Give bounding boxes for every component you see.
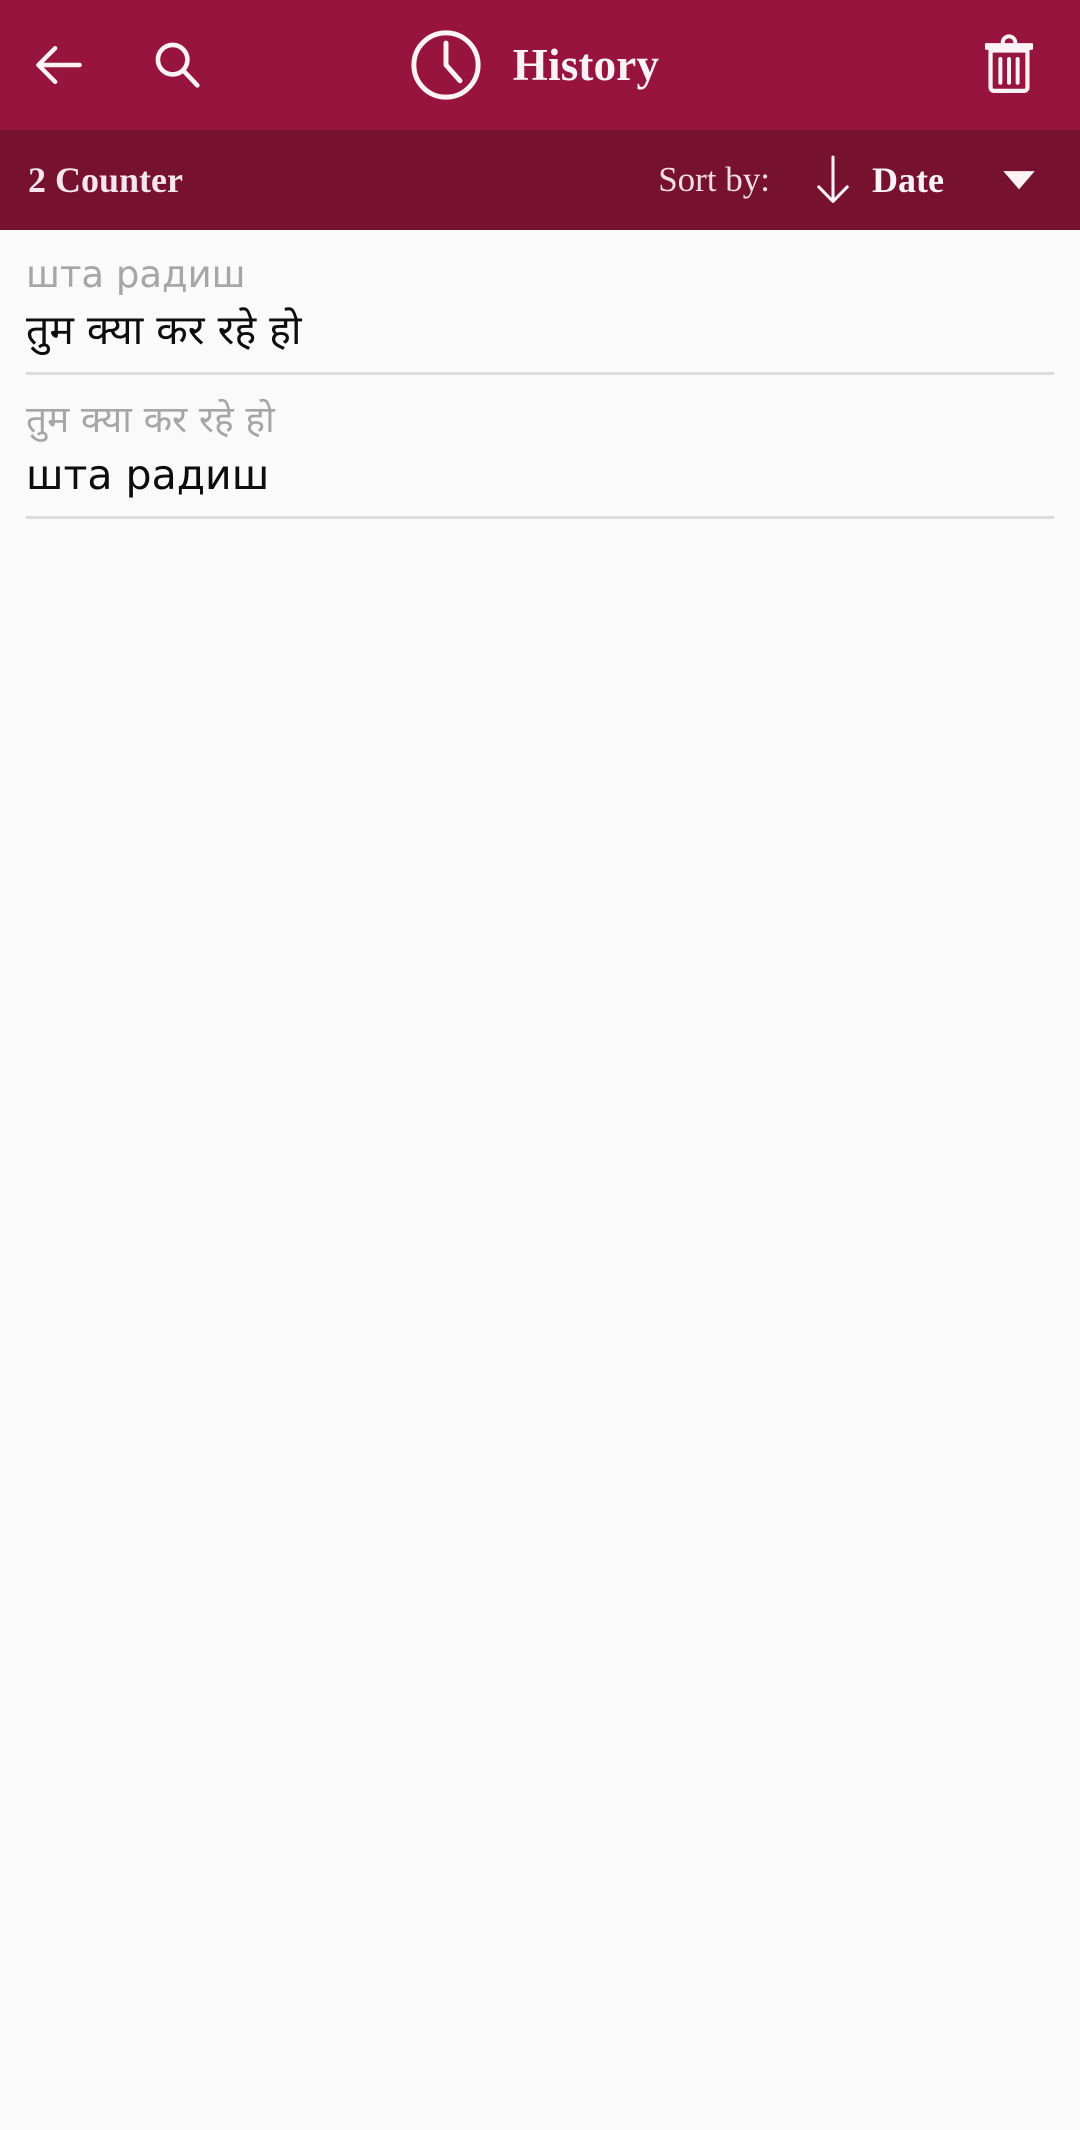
history-source-text: шта радиш — [26, 253, 246, 296]
search-button[interactable] — [148, 36, 206, 94]
sort-control-group[interactable]: Sort by: Date — [658, 152, 1050, 208]
history-target-text: шта радиш — [26, 450, 270, 499]
page-title: History — [512, 40, 660, 90]
trash-icon — [984, 34, 1034, 93]
history-counter: 2 Counter — [28, 160, 183, 200]
sort-bar: 2 Counter Sort by: Date — [0, 130, 1080, 230]
caret-down-icon — [1003, 171, 1035, 190]
history-source-text: तुम क्या कर रहे हो — [26, 397, 275, 441]
sort-dropdown-button[interactable] — [1002, 169, 1036, 191]
history-list-item[interactable]: तुम क्या कर रहे हो шта радиш — [0, 375, 1080, 520]
history-list-item[interactable]: шта радиш तुम क्या कर रहे हो — [0, 230, 1080, 375]
list-divider — [26, 516, 1054, 520]
sort-by-label: Sort by: — [658, 160, 771, 199]
back-button[interactable] — [28, 34, 90, 96]
history-target-text: तुम क्या कर रहे हो — [26, 306, 302, 355]
sort-field-value[interactable]: Date — [872, 159, 944, 201]
app-bar: History — [0, 0, 1080, 130]
clock-icon — [411, 30, 481, 100]
arrow-left-icon — [36, 46, 82, 84]
delete-history-button[interactable] — [978, 31, 1040, 99]
sort-direction-button[interactable] — [810, 152, 856, 208]
arrow-down-icon — [817, 155, 849, 203]
history-list: шта радиш तुम क्या कर रहे हो तुम क्या कर… — [0, 230, 1080, 520]
search-icon — [155, 42, 200, 88]
